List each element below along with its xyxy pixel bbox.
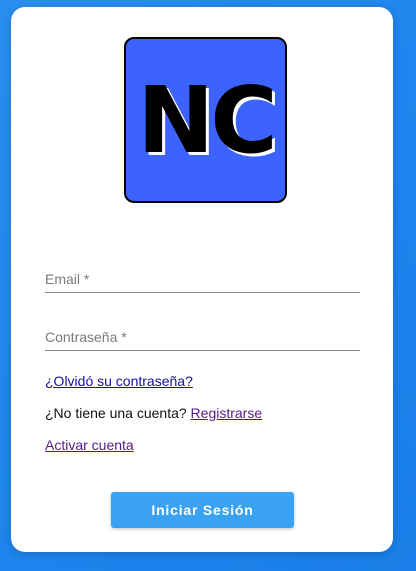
email-input[interactable] [45, 268, 360, 290]
logo-text: NC [137, 67, 278, 174]
logo: NC [124, 37, 287, 203]
signup-line: ¿No tiene una cuenta? Registrarse [45, 405, 262, 421]
password-input[interactable] [45, 326, 360, 348]
register-link[interactable]: Registrarse [191, 405, 263, 421]
login-card: NC ¿Olvidó su contraseña? ¿No tiene una … [11, 7, 393, 552]
activate-account-link[interactable]: Activar cuenta [45, 437, 134, 453]
forgot-password-link[interactable]: ¿Olvidó su contraseña? [45, 373, 193, 389]
email-field[interactable] [45, 261, 360, 293]
password-field[interactable] [45, 319, 360, 351]
login-button[interactable]: Iniciar Sesión [111, 492, 294, 528]
no-account-text: ¿No tiene una cuenta? [45, 405, 187, 421]
